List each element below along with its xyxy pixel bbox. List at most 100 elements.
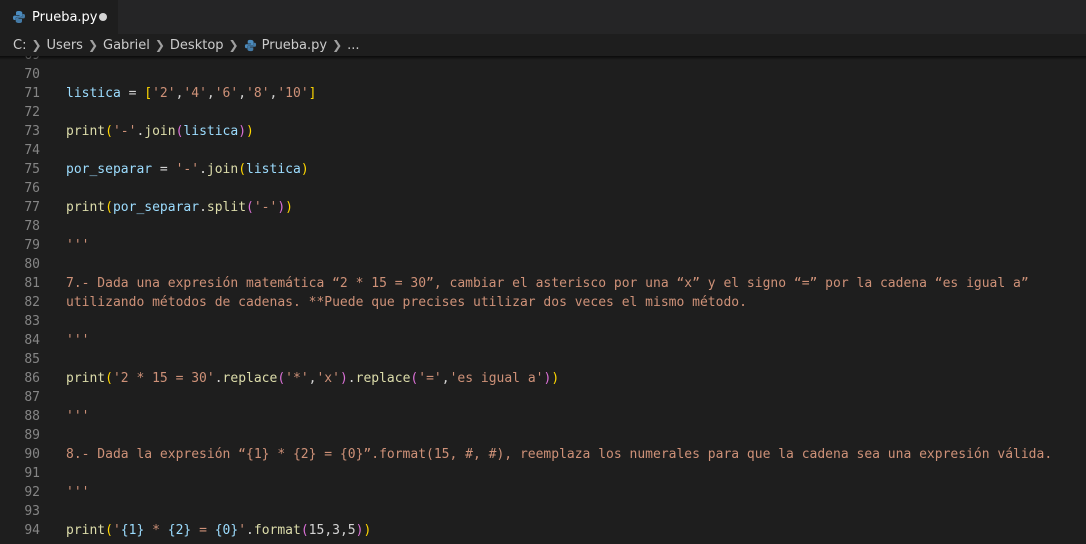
code-line[interactable]: 80: [0, 255, 1086, 274]
code-token: por_separar: [66, 162, 153, 177]
line-number: 86: [24, 371, 40, 386]
python-file-icon: [244, 39, 256, 51]
code-line[interactable]: 86 print('2 * 15 = 30'.replace('*','x').r…: [0, 369, 1086, 388]
code-editor[interactable]: 697071listica = ['2','4','6','8','10']72…: [0, 56, 1086, 544]
code-line[interactable]: 81 7.- Dada una expresión matemática “2 *…: [0, 274, 1086, 293]
code-token: (: [238, 162, 247, 177]
code-token: replace: [222, 371, 278, 386]
line-number: 80: [24, 257, 40, 272]
code-line[interactable]: 83: [0, 312, 1086, 331]
tab-label: Prueba.py: [32, 9, 98, 25]
code-line[interactable]: 78: [0, 217, 1086, 236]
code-token: 15,3,5: [308, 523, 356, 538]
code-token: ): [339, 371, 348, 386]
code-token: {1}: [120, 523, 145, 538]
code-token: ,: [441, 371, 450, 386]
code-token: format: [253, 523, 301, 538]
code-line[interactable]: 84 ''': [0, 331, 1086, 350]
line-number: 87: [24, 390, 40, 405]
tab-prueba-py[interactable]: Prueba.py: [0, 0, 118, 34]
code-token: '6': [214, 86, 239, 101]
code-token: ': [238, 523, 247, 538]
code-line[interactable]: 92 ''': [0, 483, 1086, 502]
code-token: ,: [206, 86, 215, 101]
line-number: 71: [24, 86, 40, 101]
line-number: 93: [24, 504, 40, 519]
code-token: print: [66, 200, 106, 215]
line-number: 76: [24, 181, 40, 196]
code-token: ''': [66, 238, 90, 253]
code-line[interactable]: 79 ''': [0, 236, 1086, 255]
code-token: split: [206, 200, 247, 215]
line-number: 83: [24, 314, 40, 329]
code-token: ): [246, 124, 254, 139]
code-token: ''': [66, 333, 90, 348]
unsaved-dot-icon[interactable]: [99, 13, 107, 21]
code-text: print('-'.join(listica)): [66, 122, 254, 141]
code-line[interactable]: 71 listica = ['2','4','6','8','10']: [0, 84, 1086, 103]
code-line[interactable]: 77 print(por_separar.split('-')): [0, 198, 1086, 217]
code-line[interactable]: 94 print('{1} * {2} = {0}'.format(15,3,5)…: [0, 521, 1086, 540]
line-number: 91: [24, 466, 40, 481]
code-line[interactable]: 93: [0, 502, 1086, 521]
code-token: join: [144, 124, 176, 139]
breadcrumb-drive[interactable]: C:: [13, 38, 26, 53]
line-number: 94: [24, 523, 40, 538]
code-token: ): [300, 162, 309, 177]
code-token: '2': [152, 86, 176, 101]
code-line[interactable]: 89: [0, 426, 1086, 445]
code-token: .: [199, 162, 207, 177]
chevron-right-icon: ❯: [87, 38, 98, 52]
code-token: ''': [66, 485, 90, 500]
breadcrumb-gabriel[interactable]: Gabriel: [103, 38, 150, 53]
code-token: replace: [355, 371, 411, 386]
code-token: (: [105, 124, 113, 139]
breadcrumb-symbols[interactable]: ...: [347, 38, 359, 53]
code-token: 8.- Dada la expresión “{1} * {2} = {0}”.…: [66, 447, 1053, 462]
code-token: '=': [418, 371, 442, 386]
code-line[interactable]: 76: [0, 179, 1086, 198]
line-number: 79: [24, 238, 40, 253]
code-line[interactable]: 91: [0, 464, 1086, 483]
line-number: 81: [24, 276, 40, 291]
code-text: ''': [66, 331, 89, 350]
breadcrumb: C: ❯ Users ❯ Gabriel ❯ Desktop ❯ Prueba.…: [0, 34, 1086, 56]
breadcrumb-file[interactable]: Prueba.py: [262, 38, 328, 53]
code-line[interactable]: 74: [0, 141, 1086, 160]
code-line[interactable]: 85: [0, 350, 1086, 369]
line-number: 85: [24, 352, 40, 367]
code-token: 'x': [316, 371, 340, 386]
code-text: print(por_separar.split('-')): [66, 198, 293, 217]
chevron-right-icon: ❯: [228, 38, 239, 52]
code-token: listica: [246, 162, 301, 177]
code-line[interactable]: 88 ''': [0, 407, 1086, 426]
code-token: (: [105, 523, 113, 538]
code-token: ): [277, 200, 286, 215]
code-token: (: [105, 200, 113, 215]
code-line[interactable]: 72: [0, 103, 1086, 122]
code-token: ): [551, 371, 560, 386]
line-number: 77: [24, 200, 40, 215]
code-line[interactable]: 90 8.- Dada la expresión “{1} * {2} = {0}…: [0, 445, 1086, 464]
code-token: .: [214, 371, 223, 386]
code-line[interactable]: 70: [0, 65, 1086, 84]
line-number: 92: [24, 485, 40, 500]
code-token: *: [144, 523, 168, 538]
code-token: (: [105, 371, 113, 386]
line-number: 74: [24, 143, 40, 158]
breadcrumb-shadow: [0, 56, 1086, 60]
code-text: print('{1} * {2} = {0}'.format(15,3,5)): [66, 521, 371, 540]
code-token: '2 * 15 = 30': [112, 371, 215, 386]
code-token: [: [144, 86, 153, 101]
code-line[interactable]: 75 por_separar = '-'.join(listica): [0, 160, 1086, 179]
code-text: utilizando métodos de cadenas. **Puede q…: [66, 293, 747, 312]
line-number: 88: [24, 409, 40, 424]
code-line[interactable]: 82 utilizando métodos de cadenas. **Puede…: [0, 293, 1086, 312]
code-text: listica = ['2','4','6','8','10']: [66, 84, 317, 103]
breadcrumb-users[interactable]: Users: [47, 38, 83, 53]
code-line[interactable]: 87: [0, 388, 1086, 407]
code-token: ,: [238, 86, 247, 101]
breadcrumb-desktop[interactable]: Desktop: [170, 38, 224, 53]
code-token: ]: [308, 86, 317, 101]
code-line[interactable]: 73 print('-'.join(listica)): [0, 122, 1086, 141]
